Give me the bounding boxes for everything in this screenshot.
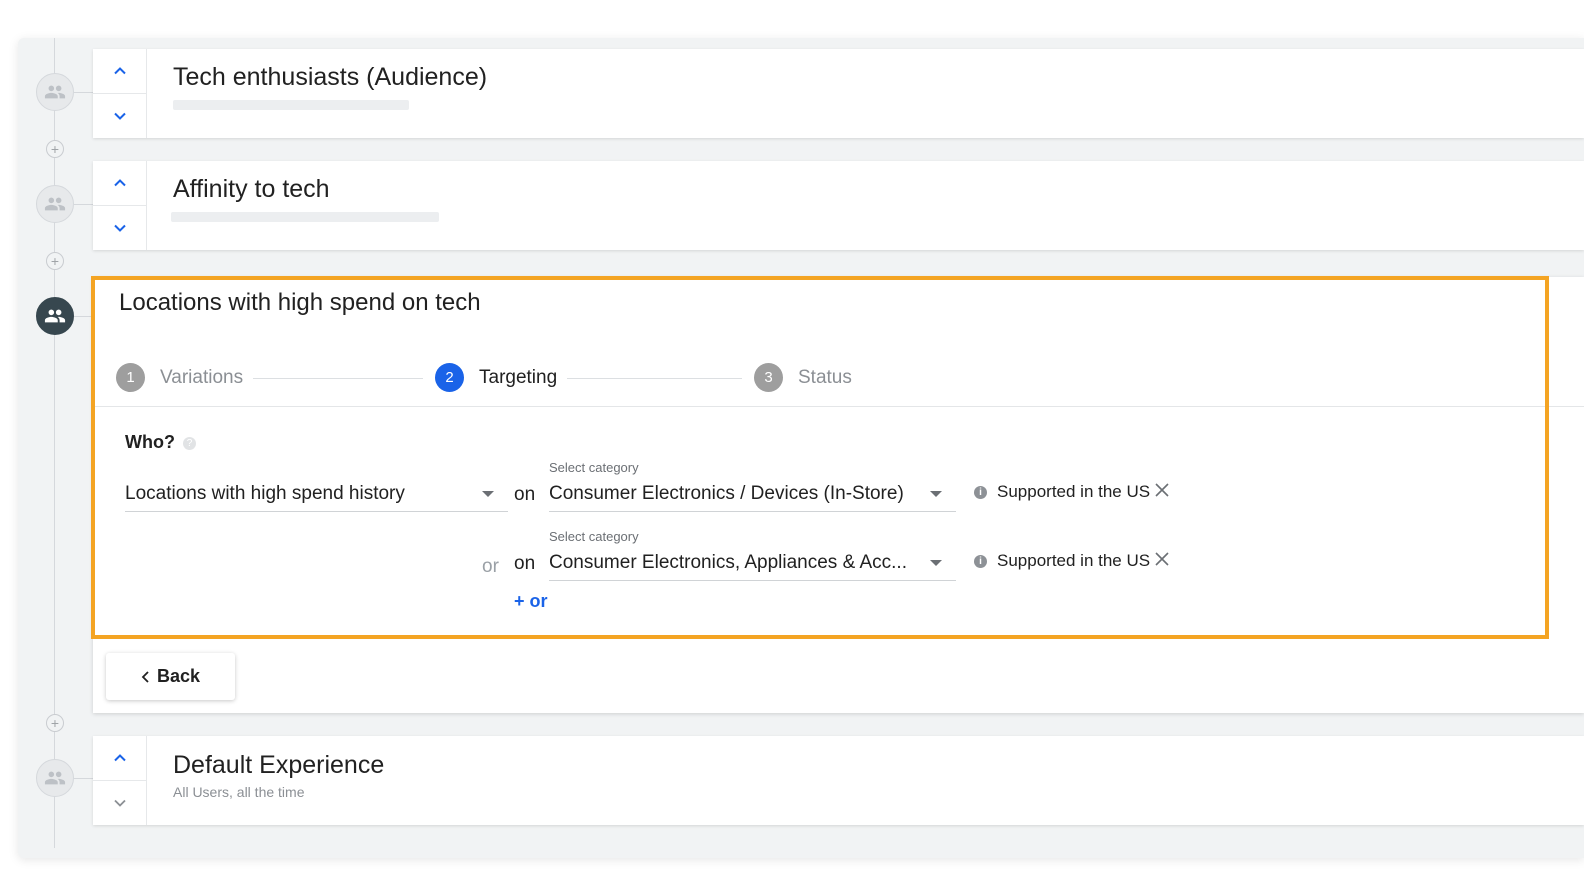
back-label: Back — [156, 666, 201, 686]
category-select[interactable]: Consumer Electronics, Appliances & Acc..… — [549, 542, 956, 581]
support-text: Supported in the US — [997, 482, 1151, 501]
step-variations[interactable]: 1 Variations — [116, 363, 243, 392]
condition-select[interactable]: Locations with high spend history — [125, 472, 508, 512]
chevron-down-icon — [482, 491, 494, 497]
chevron-down-icon — [930, 491, 942, 497]
step-connector — [567, 378, 742, 379]
chevron-down-icon — [113, 799, 126, 807]
chevron-up-icon — [113, 754, 126, 762]
on-label: on — [514, 553, 536, 574]
people-icon — [44, 197, 66, 211]
chevron-up-icon — [113, 67, 126, 75]
experience-title: Affinity to tech — [173, 175, 330, 203]
step-label: Status — [798, 366, 852, 388]
back-button[interactable]: Back — [106, 653, 235, 700]
active-audience-node[interactable] — [36, 297, 74, 335]
people-icon — [44, 309, 66, 323]
chevron-down-icon — [930, 560, 942, 566]
timeline-connector — [74, 92, 93, 93]
experience-card[interactable]: Tech enthusiasts (Audience) — [93, 49, 1584, 138]
timeline-connector — [74, 778, 93, 779]
category-value: Consumer Electronics / Devices (In-Store… — [549, 483, 904, 504]
support-note: i Supported in the US — [974, 551, 1150, 571]
panel-title: Locations with high spend on tech — [119, 289, 481, 316]
step-connector — [253, 378, 423, 379]
support-text: Supported in the US — [997, 551, 1151, 570]
step-label: Targeting — [479, 366, 558, 388]
reorder-controls — [93, 161, 147, 250]
remove-rule-close-icon[interactable] — [1154, 551, 1170, 567]
category-select[interactable]: Consumer Electronics / Devices (In-Store… — [549, 473, 956, 512]
add-experience-plus-icon[interactable]: + — [46, 714, 64, 732]
redacted-subtitle — [171, 212, 439, 222]
chevron-down-icon — [113, 112, 126, 120]
experience-subtitle: All Users, all the time — [173, 784, 305, 800]
add-or-button[interactable]: + or — [514, 591, 548, 612]
remove-rule-close-icon[interactable] — [1154, 482, 1170, 498]
move-up-button[interactable] — [93, 49, 146, 93]
redacted-subtitle — [173, 100, 409, 110]
support-note: i Supported in the US — [974, 482, 1150, 502]
condition-value: Locations with high spend history — [125, 483, 405, 504]
active-experience-panel: Locations with high spend on tech 1 Vari… — [93, 277, 1584, 713]
add-experience-plus-icon[interactable]: + — [46, 140, 64, 158]
step-targeting[interactable]: 2 Targeting — [435, 363, 557, 392]
experience-title: Tech enthusiasts (Audience) — [173, 63, 488, 91]
move-down-button[interactable] — [93, 205, 146, 250]
experience-card[interactable]: Affinity to tech — [93, 161, 1584, 250]
info-icon: i — [974, 554, 987, 568]
experience-title: Default Experience — [173, 751, 385, 779]
audience-node[interactable] — [36, 759, 74, 797]
step-label: Variations — [160, 366, 244, 388]
step-number: 2 — [435, 363, 464, 392]
timeline-connector — [74, 204, 93, 205]
people-icon — [44, 771, 66, 785]
add-experience-plus-icon[interactable]: + — [46, 252, 64, 270]
audience-node[interactable] — [36, 185, 74, 223]
move-down-button[interactable] — [93, 93, 146, 138]
reorder-controls — [93, 49, 147, 138]
move-down-button[interactable] — [93, 780, 146, 825]
move-up-button[interactable] — [93, 736, 146, 780]
category-value: Consumer Electronics, Appliances & Acc..… — [549, 552, 907, 573]
step-number: 1 — [116, 363, 145, 392]
on-label: on — [514, 484, 536, 505]
chevron-up-icon — [113, 179, 126, 187]
help-icon[interactable]: ? — [183, 437, 196, 450]
reorder-controls — [93, 736, 147, 825]
or-label: or — [482, 556, 499, 577]
move-up-button[interactable] — [93, 161, 146, 205]
info-icon: i — [974, 485, 987, 499]
chevron-down-icon — [113, 224, 126, 232]
chevron-left-icon — [141, 670, 149, 683]
step-status[interactable]: 3 Status — [754, 363, 852, 392]
step-number: 3 — [754, 363, 783, 392]
default-experience-card[interactable]: Default Experience All Users, all the ti… — [93, 736, 1584, 825]
panel-header: Locations with high spend on tech 1 Vari… — [93, 277, 1584, 407]
timeline-connector — [74, 316, 93, 317]
people-icon — [44, 85, 66, 99]
who-label: Who? — [125, 432, 175, 452]
audience-node[interactable] — [36, 73, 74, 111]
